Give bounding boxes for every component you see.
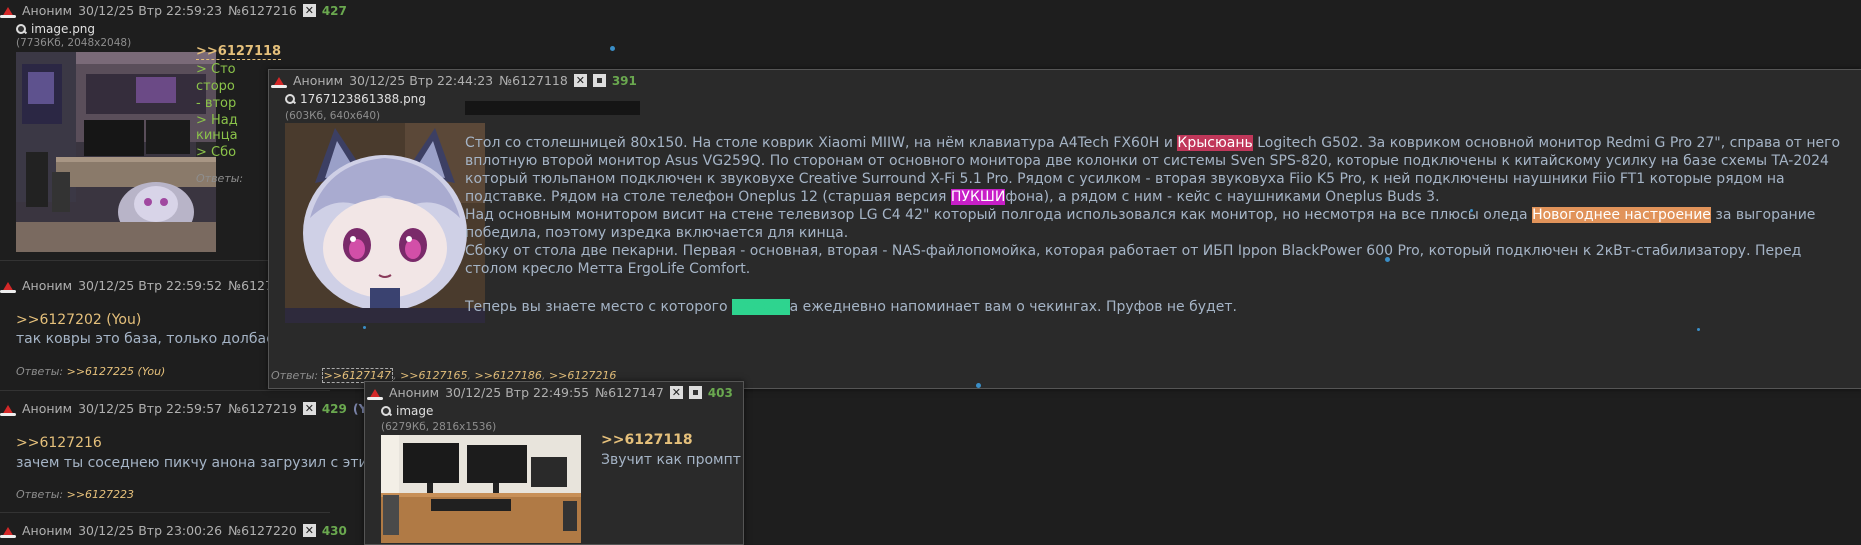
post-text: так ковры это база, только долбаёб [16, 331, 284, 347]
file-meta: (603Кб, 640x640) [285, 110, 381, 122]
reply-link[interactable]: >>6127216 [16, 435, 102, 451]
post-paragraph-1: Стол со столешницей 80x150. На столе ков… [465, 135, 1841, 205]
reply-link[interactable]: >>6127118 [601, 432, 693, 448]
magnifier-icon[interactable] [16, 23, 27, 35]
post-datetime: 30/12/25 Втр 22:59:23 [78, 3, 223, 18]
post-preview-popup[interactable]: Аноним 30/12/25 Втр 22:49:55 №6127147 ✕ … [364, 381, 744, 545]
post-header: Аноним 30/12/25 Втр 22:59:57 №6127219 ✕ … [0, 401, 390, 416]
desk-image-thumbnail[interactable] [381, 435, 581, 543]
hide-post-icon[interactable]: ✕ [573, 74, 587, 87]
quote-line-4: > Над [196, 113, 238, 128]
post-number[interactable]: №6127118 [499, 73, 568, 88]
room-image-thumbnail[interactable] [16, 52, 216, 252]
menu-icon[interactable] [592, 74, 606, 87]
snowflake-dot [1385, 257, 1390, 262]
author-name: Аноним [22, 3, 73, 18]
post-number[interactable]: №6127220 [228, 523, 297, 538]
author-name: Аноним [22, 401, 73, 416]
hide-post-icon[interactable]: ✕ [669, 386, 683, 399]
magnifier-icon[interactable] [381, 405, 392, 417]
snowflake-dot [1697, 328, 1700, 331]
santa-hat-icon [367, 386, 383, 400]
file-name[interactable]: image.png [16, 22, 95, 36]
reply-link[interactable]: >>6127202 (You) [16, 312, 141, 328]
post-divider [0, 390, 330, 391]
quote-line-2: сторо [196, 79, 235, 94]
file-name[interactable]: 1767123861388.png [285, 92, 426, 106]
author-name: Аноним [22, 523, 73, 538]
santa-hat-icon [271, 74, 287, 88]
spoiler-highlight[interactable]: Новогоднее настроение [1532, 207, 1711, 223]
snowflake-dot [1470, 209, 1473, 212]
post-preview-popup[interactable]: Аноним 30/12/25 Втр 22:44:23 №6127118 ✕ … [268, 69, 1861, 389]
file-meta: (7736Кб, 2048x2048) [16, 37, 132, 49]
reply-link[interactable]: >>6127118 [196, 44, 282, 60]
post-datetime: 30/12/25 Втр 23:00:26 [78, 523, 223, 538]
replies-label: Ответы: [16, 365, 64, 378]
quote-line-5: кинца [196, 128, 238, 143]
snowflake-dot [976, 383, 981, 388]
post-datetime: 30/12/25 Втр 22:59:57 [78, 401, 223, 416]
post-count: 427 [321, 3, 347, 18]
reply-ref[interactable]: >>6127223 [67, 488, 134, 501]
quote-line-3: - втор [196, 96, 237, 111]
post-text: Звучит как промпт [601, 452, 741, 468]
replies-label: Ответы: [196, 172, 244, 185]
post-paragraph-4: Теперь вы знаете место с которого XXXXXX… [465, 299, 1237, 315]
redaction-bar [465, 101, 640, 115]
snowflake-dot [363, 326, 366, 329]
hide-post-icon[interactable]: ✕ [302, 4, 316, 17]
santa-hat-icon [0, 279, 16, 293]
post-datetime: 30/12/25 Втр 22:44:23 [349, 73, 494, 88]
spoiler-highlight[interactable]: Крысюань [1177, 135, 1253, 151]
post-paragraph-3: Сбоку от стола две пекарни. Первая - осн… [465, 243, 1802, 277]
post-paragraph-2: Над основным монитором висит на стене те… [465, 207, 1816, 241]
popup-header: Аноним 30/12/25 Втр 22:49:55 №6127147 ✕ … [367, 385, 733, 400]
post-datetime: 30/12/25 Втр 22:59:52 [78, 278, 223, 293]
post-number[interactable]: №6127216 [228, 3, 297, 18]
author-name: Аноним [389, 385, 440, 400]
santa-hat-icon [0, 4, 16, 18]
file-name[interactable]: image [381, 404, 433, 418]
quote-line-6: > Сбо [196, 145, 237, 160]
post-header: Аноним 30/12/25 Втр 22:59:23 №6127216 ✕ … [0, 3, 347, 18]
spoiler-highlight[interactable]: ПУКШИ [950, 189, 1006, 205]
post-count: 391 [611, 73, 637, 88]
author-name: Аноним [293, 73, 344, 88]
post-number[interactable]: №6127147 [595, 385, 664, 400]
magnifier-icon[interactable] [285, 93, 296, 105]
post-body: Стол со столешницей 80x150. На столе ков… [465, 134, 1845, 316]
replies-list: Ответы: >>6127223 [16, 488, 134, 501]
post-count: 403 [707, 385, 733, 400]
menu-icon[interactable] [688, 386, 702, 399]
replies-list: Ответы: >>6127225 (You) [16, 365, 165, 378]
author-name: Аноним [22, 278, 73, 293]
snowflake-dot [610, 46, 615, 51]
post-count: 430 [321, 523, 347, 538]
santa-hat-icon [0, 524, 16, 538]
pillow-image-thumbnail[interactable] [285, 123, 485, 323]
post-number[interactable]: №6127219 [228, 401, 297, 416]
santa-hat-icon [0, 402, 16, 416]
post-datetime: 30/12/25 Втр 22:49:55 [445, 385, 590, 400]
quote-line-1: > Сто [196, 62, 236, 77]
post-count: 429 [321, 401, 347, 416]
post-text: зачем ты соседнею пикчу анона загрузил с… [16, 455, 391, 471]
post-header: Аноним 30/12/25 Втр 23:00:26 №6127220 ✕ … [0, 523, 347, 538]
replies-label: Ответы: [271, 369, 319, 382]
post-header: Аноним 30/12/25 Втр 22:59:52 №6127217 [0, 278, 297, 293]
popup-header: Аноним 30/12/25 Втр 22:44:23 №6127118 ✕ … [271, 73, 637, 88]
replies-label: Ответы: [16, 488, 64, 501]
spoiler-highlight[interactable]: XXXXXX [732, 299, 790, 315]
reply-ref[interactable]: >>6127225 (You) [67, 365, 166, 378]
hide-post-icon[interactable]: ✕ [302, 524, 316, 537]
file-meta: (6279Кб, 2816x1536) [381, 421, 497, 433]
post-divider [0, 512, 330, 513]
hide-post-icon[interactable]: ✕ [302, 402, 316, 415]
